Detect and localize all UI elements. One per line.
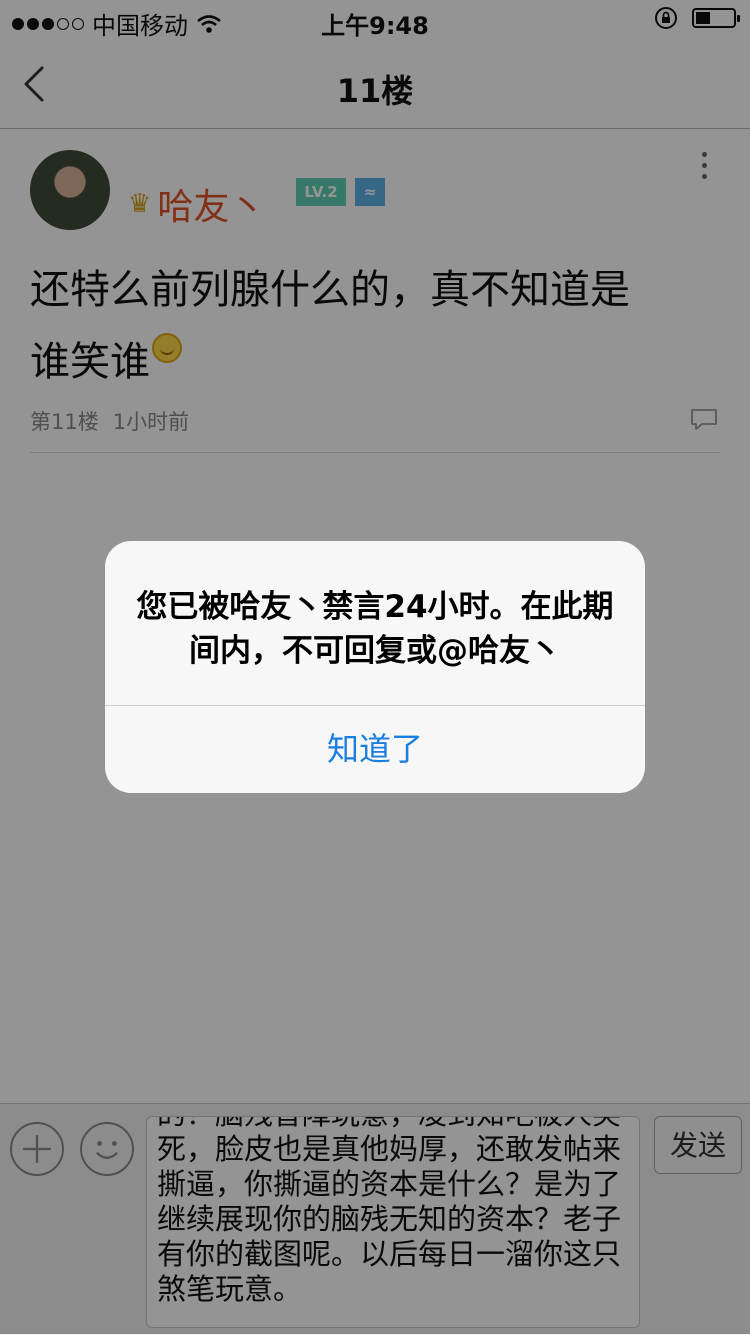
mute-alert-dialog: 您已被哈友丶禁言24小时。在此期间内，不可回复或@哈友丶 知道了 (105, 541, 645, 793)
alert-message: 您已被哈友丶禁言24小时。在此期间内，不可回复或@哈友丶 (136, 589, 614, 669)
got-it-button[interactable]: 知道了 (105, 706, 645, 793)
